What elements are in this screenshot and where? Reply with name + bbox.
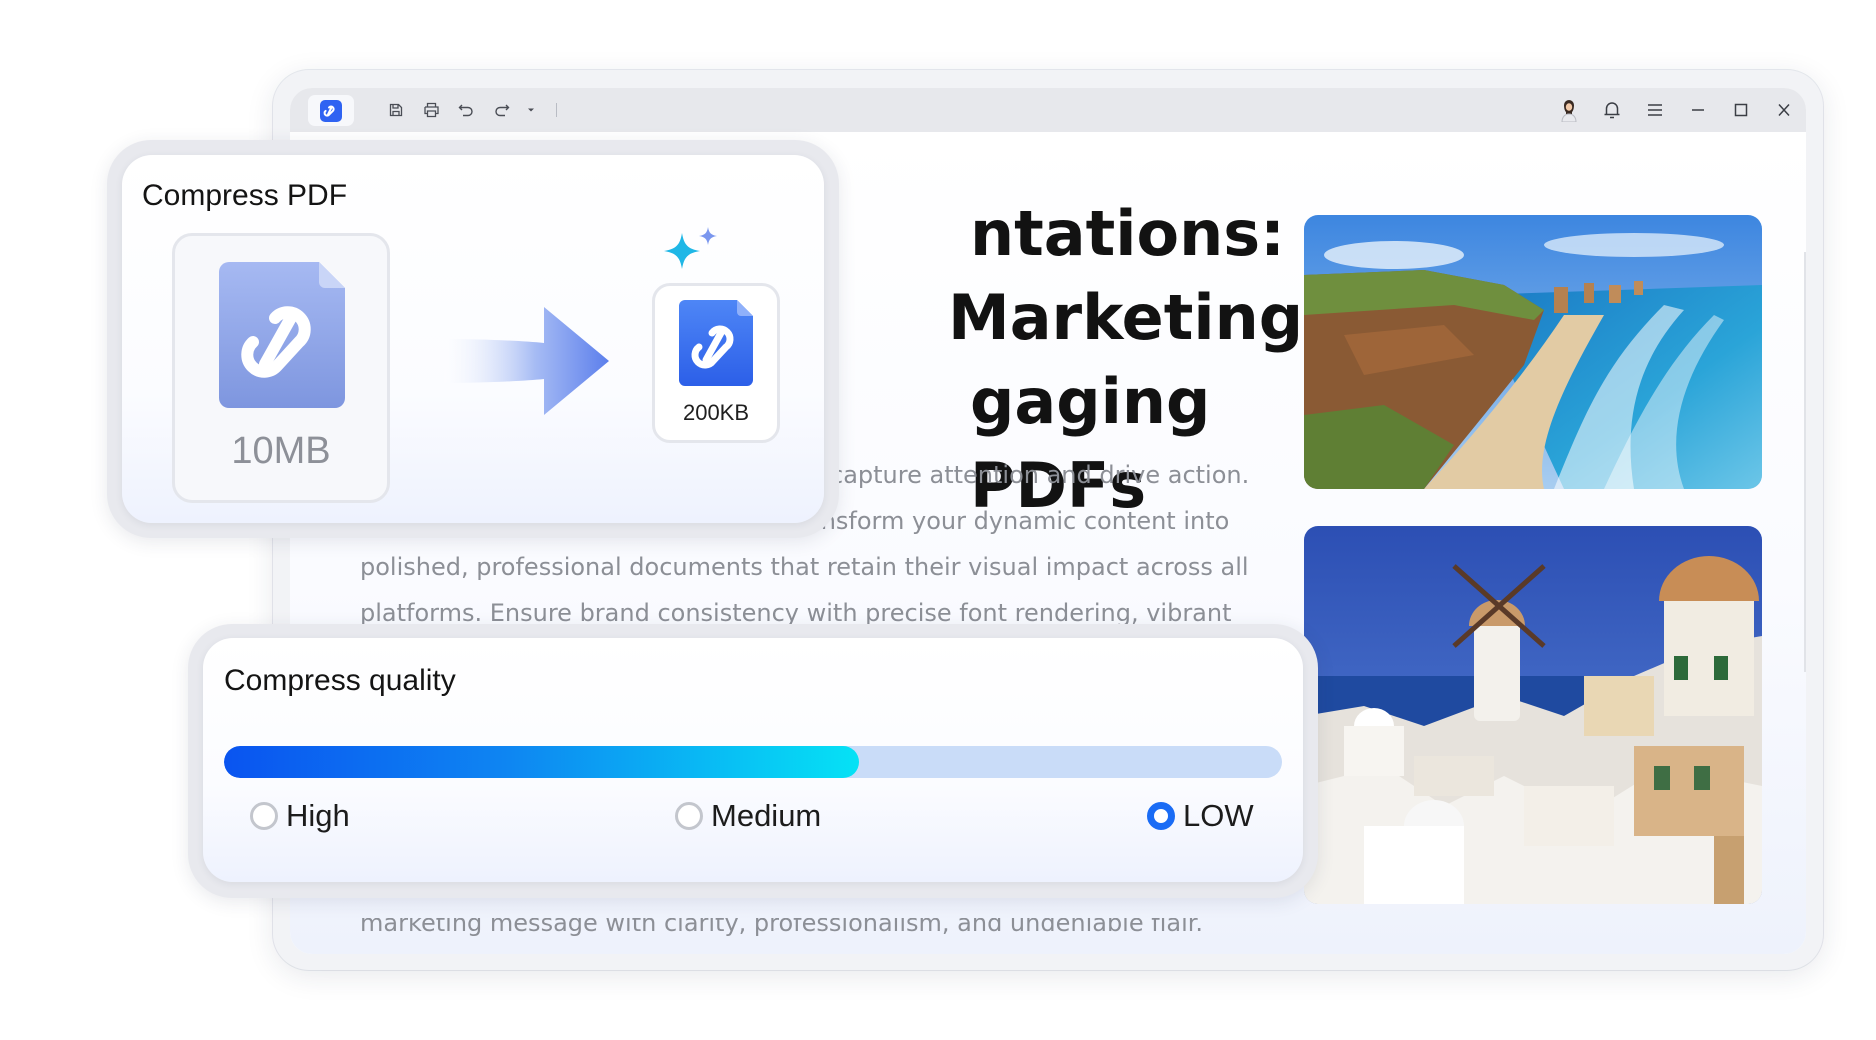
quality-slider[interactable] (224, 746, 1282, 778)
compress-quality-title: Compress quality (224, 664, 456, 697)
undo-icon[interactable] (455, 100, 477, 120)
redo-icon[interactable] (490, 100, 512, 120)
radio-button[interactable] (1147, 802, 1175, 830)
compress-pdf-card: Compress PDF 10MB 200KB (107, 140, 839, 538)
coastal-cliffs-image (1304, 215, 1762, 489)
minimize-icon[interactable] (1686, 98, 1710, 122)
original-pdf-icon (219, 262, 345, 413)
save-icon[interactable] (385, 100, 407, 120)
close-icon[interactable] (1772, 98, 1796, 122)
compress-pdf-title: Compress PDF (142, 179, 348, 212)
radio-button[interactable] (250, 802, 278, 830)
compress-quality-panel: Compress quality High Medium LOW (203, 638, 1303, 882)
original-file-size: 10MB (231, 430, 331, 472)
arrow-right-icon (444, 307, 609, 420)
menu-icon[interactable] (1643, 98, 1667, 122)
compress-pdf-panel: Compress PDF 10MB 200KB (122, 155, 824, 523)
app-tab[interactable] (308, 95, 354, 126)
quality-option-label: Medium (711, 798, 822, 833)
compressed-file-size: 200KB (682, 400, 750, 425)
quality-option-high[interactable]: High (250, 798, 350, 834)
maximize-icon[interactable] (1729, 98, 1753, 122)
sparkle-icon (664, 227, 720, 278)
toolbar-divider (556, 103, 557, 117)
quality-option-label: High (286, 798, 350, 833)
title-bar (290, 88, 1806, 132)
window-controls (1557, 98, 1796, 122)
compressed-pdf-icon (679, 300, 753, 391)
bell-icon[interactable] (1600, 98, 1624, 122)
santorini-village-image (1304, 526, 1762, 904)
paragraph-line: polished, professional documents that re… (360, 553, 1249, 581)
app-logo-icon (320, 99, 342, 122)
avatar[interactable] (1557, 98, 1581, 122)
compressed-file-tile: 200KB (652, 283, 780, 443)
paragraph-tail: marketing message with clarity, professi… (360, 918, 1204, 937)
radio-button[interactable] (675, 802, 703, 830)
quality-option-medium[interactable]: Medium (675, 798, 821, 834)
compress-quality-card: Compress quality High Medium LOW (188, 624, 1318, 898)
quality-slider-fill (224, 746, 859, 778)
print-icon[interactable] (420, 100, 442, 120)
quality-option-label: LOW (1183, 798, 1254, 833)
document-scrollbar[interactable] (1804, 252, 1806, 672)
dropdown-icon[interactable] (525, 100, 537, 120)
quality-option-low[interactable]: LOW (1147, 798, 1254, 834)
original-file-tile: 10MB (172, 233, 390, 503)
quick-toolbar (385, 100, 557, 120)
